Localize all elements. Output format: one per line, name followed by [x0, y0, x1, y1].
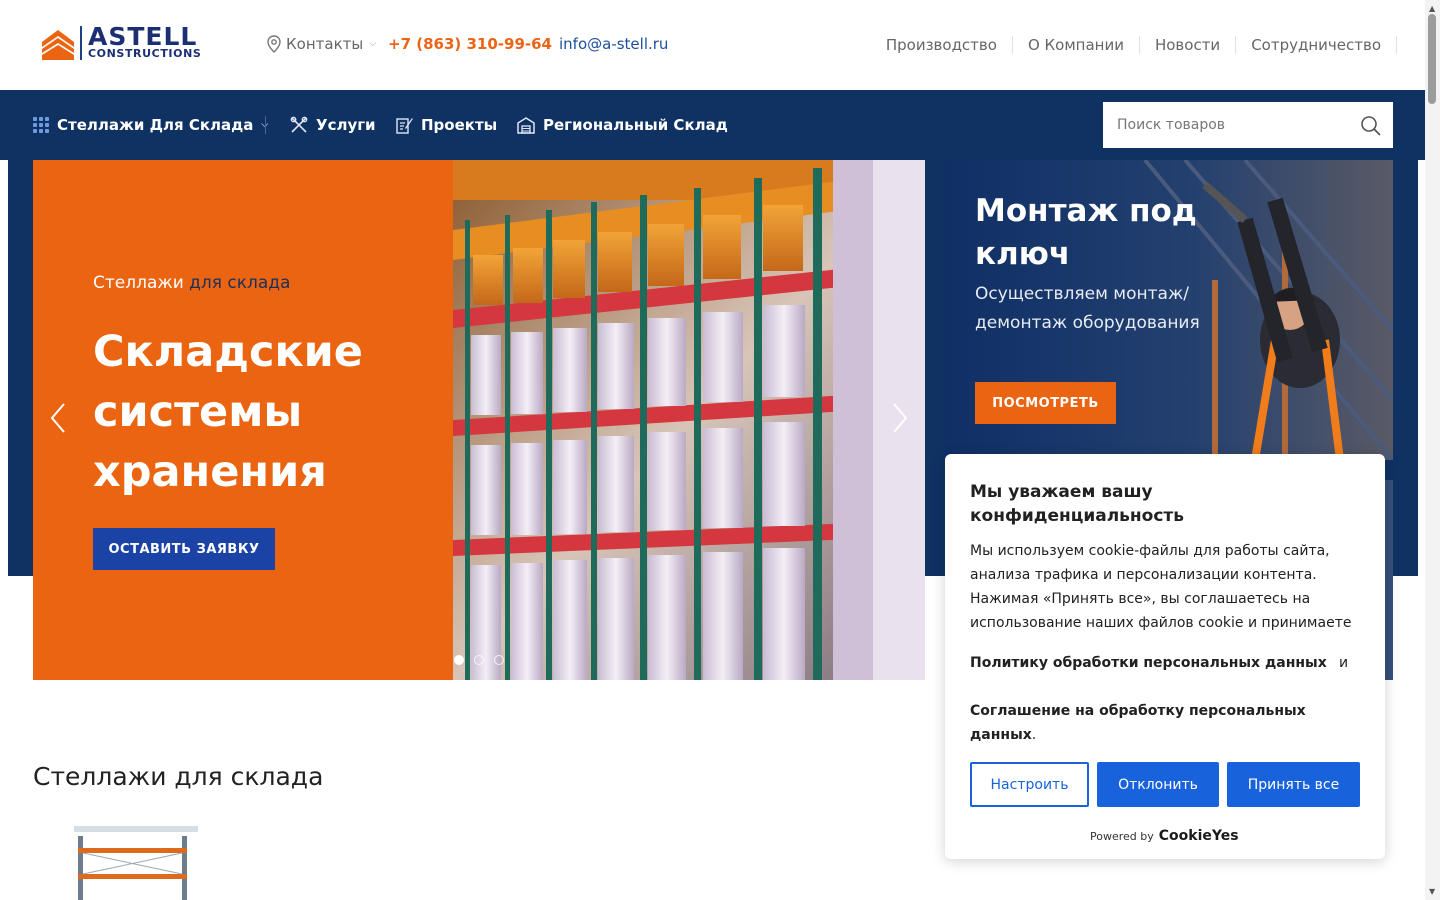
page-scrollbar[interactable]: ▲ ▼: [1425, 0, 1440, 900]
nav-regional-warehouse-label: Региональный Склад: [543, 116, 728, 134]
hero-kicker-accent: для склада: [189, 273, 291, 293]
top-nav: Производство О Компании Новости Сотрудни…: [871, 36, 1397, 54]
document-edit-icon: [396, 118, 413, 134]
cookie-period: .: [1031, 727, 1037, 743]
slider-pagination: [454, 655, 504, 665]
hero-slide-content: Стеллажи для склада Складские системы хр…: [33, 160, 453, 680]
catalog-menu[interactable]: Стеллажи Для Склада ⌵: [33, 116, 268, 134]
grid-menu-icon: [33, 117, 49, 133]
hero-kicker: Стеллажи для склада: [93, 273, 290, 293]
cookie-text: Мы используем cookie-файлы для работы са…: [970, 543, 1352, 631]
section-title: Стеллажи для склада: [33, 762, 324, 791]
top-nav-cooperation[interactable]: Сотрудничество: [1236, 36, 1397, 54]
search-input[interactable]: [1103, 102, 1353, 148]
search-icon[interactable]: [1359, 114, 1383, 138]
main-nav: Стеллажи Для Склада ⌵ Услуги Проекты: [0, 90, 1425, 160]
email-link[interactable]: info@a-stell.ru: [559, 35, 668, 53]
leave-request-button[interactable]: ОСТАВИТЬ ЗАЯВКУ: [93, 528, 275, 570]
scroll-down-arrow-icon[interactable]: ▼: [1429, 887, 1435, 896]
hero-warehouse-image: [453, 160, 925, 680]
hero-kicker-prefix: Стеллажи: [93, 273, 190, 293]
slider-next-arrow-icon[interactable]: [888, 400, 912, 436]
site-logo[interactable]: ASTELL CONSTRUCTIONS: [42, 23, 210, 62]
view-installation-button[interactable]: ПОСМОТРЕТЬ: [975, 382, 1116, 424]
contacts-dropdown[interactable]: Контакты ⌵: [266, 35, 376, 53]
cookie-title: Мы уважаем вашу конфиденциальность: [970, 482, 1185, 526]
nav-regional-warehouse[interactable]: Региональный Склад: [517, 116, 728, 134]
product-search: [1103, 102, 1393, 148]
cookie-accept-all-button[interactable]: Принять все: [1227, 762, 1360, 807]
phone-link[interactable]: +7 (863) 310-99-64: [388, 35, 552, 53]
cookie-reject-button[interactable]: Отклонить: [1097, 762, 1219, 807]
slider-dot-1[interactable]: [454, 655, 464, 665]
slider-dot-2[interactable]: [474, 655, 484, 665]
cookie-consent-dialog: Мы уважаем вашу конфиденциальность Мы ис…: [945, 454, 1385, 859]
chevron-down-icon: ⌵: [369, 39, 377, 49]
page: ASTELL CONSTRUCTIONS Контакты ⌵ +7 (863)…: [0, 0, 1440, 900]
data-agreement-link-wrap: Соглашение на обработку персональных дан…: [970, 699, 1330, 747]
powered-by: Powered by CookieYes: [1090, 828, 1239, 844]
warehouse-icon: [517, 117, 535, 134]
catalog-menu-label: Стеллажи Для Склада: [57, 116, 254, 134]
cookie-and-text: и: [1339, 655, 1349, 671]
pallet-rack-thumbnail[interactable]: [72, 826, 200, 900]
installation-title: Монтаж под ключ: [975, 193, 1197, 272]
top-header: ASTELL CONSTRUCTIONS Контакты ⌵ +7 (863)…: [0, 0, 1425, 90]
map-pin-icon: [267, 35, 281, 53]
logo-subtitle: CONSTRUCTIONS: [88, 47, 202, 60]
nav-services-label: Услуги: [316, 116, 376, 134]
nav-divider: [265, 116, 266, 134]
powered-by-label: Powered by: [1090, 830, 1154, 843]
cookie-customize-button[interactable]: Настроить: [970, 762, 1089, 807]
data-agreement-link[interactable]: Соглашение на обработку персональных дан…: [970, 703, 1306, 743]
hero-title: Складские системы хранения: [93, 327, 363, 497]
nav-projects-label: Проекты: [421, 116, 498, 134]
slider-prev-arrow-icon[interactable]: [46, 400, 70, 436]
scroll-up-arrow-icon[interactable]: ▲: [1429, 4, 1435, 13]
logo-divider: [80, 26, 82, 60]
logo-mark-icon: [42, 30, 74, 60]
nav-projects[interactable]: Проекты: [395, 116, 497, 134]
top-nav-about[interactable]: О Компании: [1013, 36, 1140, 54]
privacy-policy-link[interactable]: Политику обработки персональных данных: [970, 655, 1327, 671]
top-nav-news[interactable]: Новости: [1140, 36, 1237, 54]
tools-icon: [290, 116, 308, 133]
nav-services[interactable]: Услуги: [290, 116, 376, 134]
installation-description: Осуществляем монтаж/демонтаж оборудовани…: [975, 284, 1200, 333]
top-nav-production[interactable]: Производство: [871, 36, 1013, 54]
slider-dot-3[interactable]: [494, 655, 504, 665]
contacts-label: Контакты: [286, 35, 364, 53]
cookieyes-logo[interactable]: CookieYes: [1159, 828, 1239, 844]
warehouse-racks-illustration: [453, 160, 925, 680]
scrollbar-thumb[interactable]: [1428, 14, 1436, 104]
installation-banner: Монтаж под ключ Осуществляем монтаж/демо…: [945, 160, 1393, 460]
